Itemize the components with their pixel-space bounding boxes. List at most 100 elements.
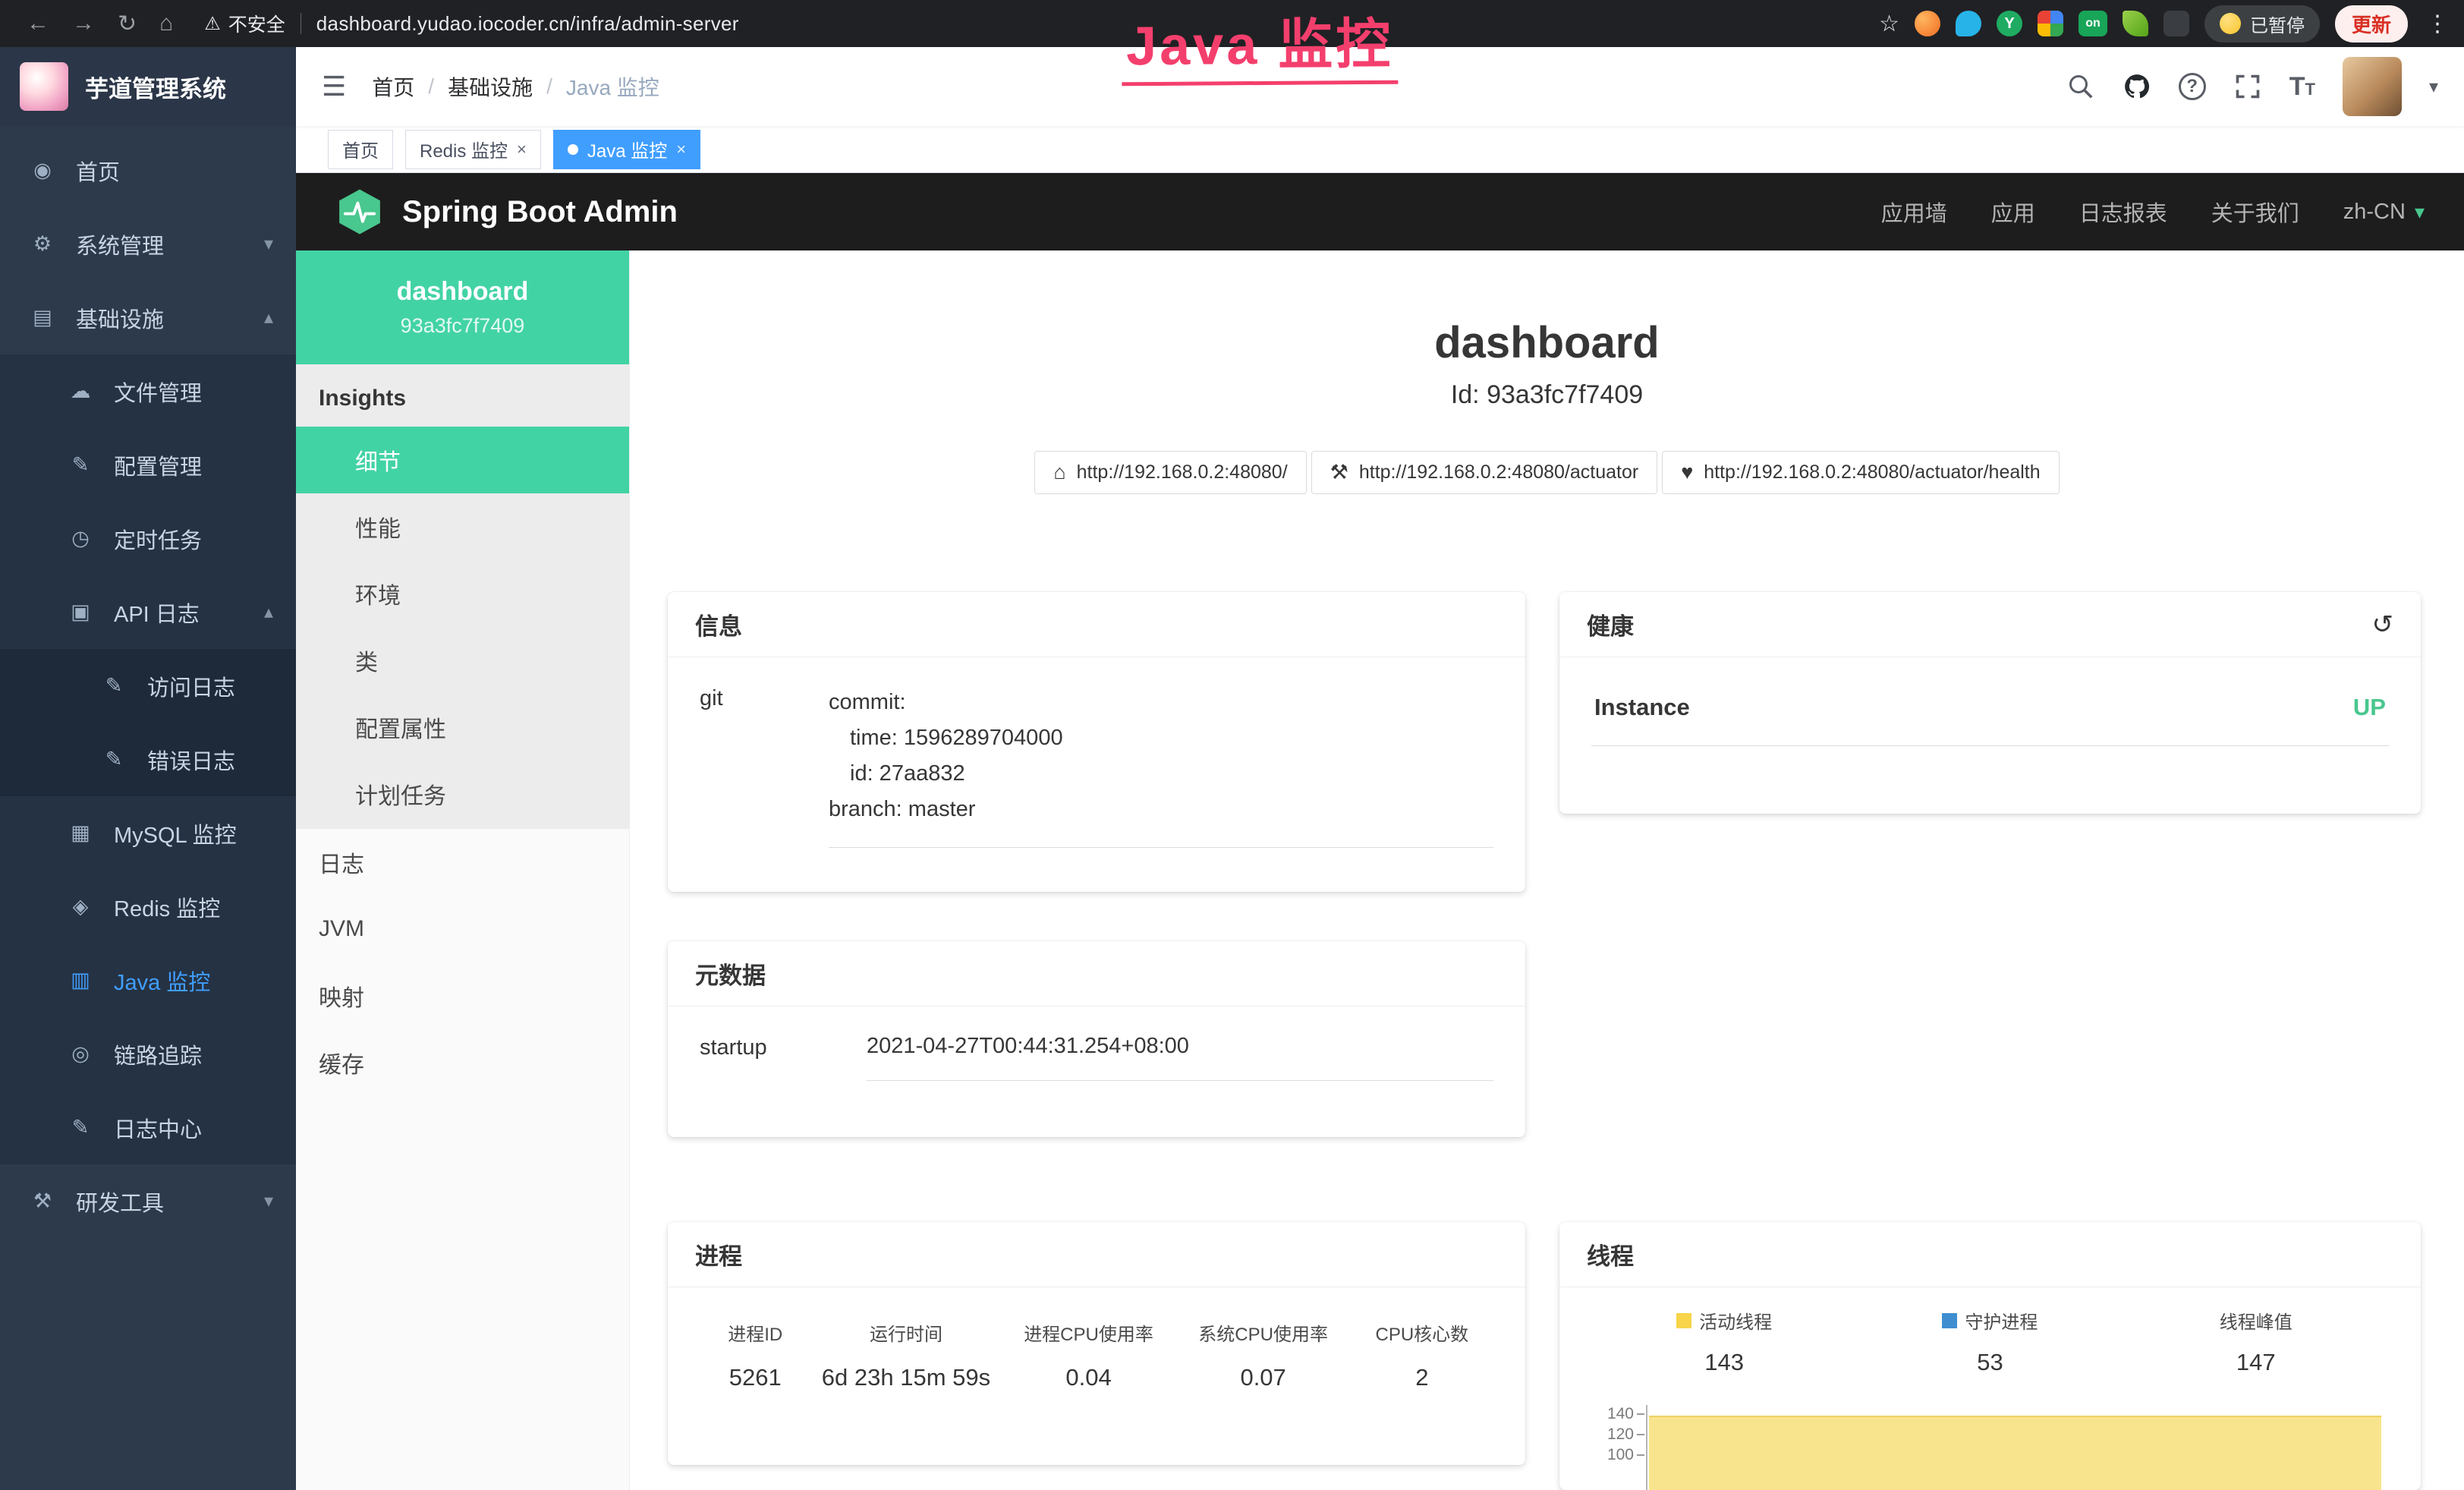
font-size-icon[interactable]: TT — [2289, 72, 2315, 102]
security-label: 不安全 — [228, 10, 285, 37]
sidebar-item-access-logs[interactable]: ✎ 访问日志 — [0, 649, 296, 723]
sidebar-item-config-management[interactable]: ✎ 配置管理 — [0, 428, 296, 502]
tab-redis-monitor[interactable]: Redis 监控 × — [405, 130, 541, 169]
sba-brand[interactable]: Spring Boot Admin — [335, 187, 678, 236]
sba-language-label: zh-CN — [2343, 200, 2406, 225]
extension-leaf-icon[interactable] — [2123, 11, 2148, 36]
service-url-label: http://192.168.0.2:48080/ — [1077, 461, 1288, 484]
back-icon[interactable]: ← — [27, 11, 49, 36]
sba-item-performance[interactable]: 性能 — [296, 493, 629, 560]
threads-card: 线程 活动线程 143 守护进程 — [1559, 1222, 2421, 1490]
sidebar-item-log-center[interactable]: ✎ 日志中心 — [0, 1091, 296, 1164]
fullscreen-icon[interactable] — [2233, 72, 2262, 101]
extension-grid-icon[interactable] — [2038, 11, 2063, 36]
sba-item-caches[interactable]: 缓存 — [296, 1029, 629, 1096]
info-line-time: time: 1596289704000 — [850, 720, 1493, 756]
address-bar[interactable]: ⚠ 不安全 dashboard.yudao.iocoder.cn/infra/a… — [204, 10, 738, 37]
sba-item-jvm[interactable]: JVM — [296, 896, 629, 962]
sidebar-item-scheduled-tasks[interactable]: ◷ 定时任务 — [0, 502, 296, 575]
info-card-title: 信息 — [695, 607, 742, 641]
sidebar-item-label: API 日志 — [114, 597, 200, 628]
page-title: dashboard — [630, 317, 2464, 368]
sba-sidebar: dashboard 93a3fc7f7409 Insights 细节 性能 环境… — [296, 250, 630, 1490]
app-logo[interactable]: 芋道管理系统 — [0, 47, 296, 126]
browser-home-icon[interactable]: ⌂ — [159, 11, 173, 36]
history-icon[interactable]: ↺ — [2372, 610, 2394, 640]
sba-nav-about[interactable]: 关于我们 — [2211, 196, 2299, 228]
edit-icon: ✎ — [67, 453, 94, 477]
reload-icon[interactable]: ↻ — [118, 11, 137, 37]
extension-drop-icon[interactable] — [1956, 11, 1981, 36]
sidebar-item-error-logs[interactable]: ✎ 错误日志 — [0, 723, 296, 796]
breadcrumb-infrastructure[interactable]: 基础设施 — [448, 71, 533, 102]
sidebar-item-tracing[interactable]: ◎ 链路追踪 — [0, 1017, 296, 1091]
sba-language-select[interactable]: zh-CN ▾ — [2343, 200, 2425, 225]
log-icon: ✎ — [100, 748, 127, 771]
sba-item-classes[interactable]: 类 — [296, 627, 629, 694]
chevron-up-icon: ▴ — [264, 601, 273, 623]
health-url-link[interactable]: ♥ http://192.168.0.2:48080/actuator/heal… — [1662, 451, 2059, 494]
sba-item-environment[interactable]: 环境 — [296, 560, 629, 627]
bookmark-star-icon[interactable]: ☆ — [1879, 11, 1899, 37]
sba-nav-applications[interactable]: 应用 — [1991, 196, 2035, 228]
sidebar-menu: ◉ 首页 ⚙ 系统管理 ▾ ▤ 基础设施 ▴ ☁ 文件管理 ✎ 配置管理 — [0, 126, 296, 1238]
sidebar-item-java-monitor[interactable]: ▥ Java 监控 — [0, 943, 296, 1017]
sidebar-item-infrastructure[interactable]: ▤ 基础设施 ▴ — [0, 281, 296, 354]
tab-label: 首页 — [342, 136, 379, 162]
sidebar-item-label: Java 监控 — [114, 965, 210, 997]
url-text[interactable]: dashboard.yudao.iocoder.cn/infra/admin-s… — [316, 12, 739, 36]
sidebar-item-home[interactable]: ◉ 首页 — [0, 134, 296, 207]
forward-icon[interactable]: → — [72, 11, 95, 36]
java-monitor-icon: ▥ — [67, 969, 94, 992]
paused-chip[interactable]: 已暂停 — [2204, 5, 2320, 43]
primary-sidebar: 芋道管理系统 ◉ 首页 ⚙ 系统管理 ▾ ▤ 基础设施 ▴ ☁ 文件管理 ✎ — [0, 47, 296, 1490]
sidebar-item-system[interactable]: ⚙ 系统管理 ▾ — [0, 207, 296, 281]
sidebar-item-file-management[interactable]: ☁ 文件管理 — [0, 354, 296, 428]
process-uptime-label: 运行时间 — [810, 1319, 1001, 1346]
sba-item-scheduled-tasks[interactable]: 计划任务 — [296, 761, 629, 827]
extension-puzzle-icon[interactable] — [2163, 11, 2189, 36]
actuator-url-link[interactable]: ⚒ http://192.168.0.2:48080/actuator — [1311, 451, 1658, 494]
sidebar-item-api-logs[interactable]: ▣ API 日志 ▴ — [0, 575, 296, 649]
info-card: 信息 git commit: time: 1596289704000 id: 2… — [668, 592, 1525, 892]
help-icon[interactable]: ? — [2179, 73, 2206, 100]
extension-fox-icon[interactable] — [1915, 11, 1940, 36]
extension-y-icon[interactable]: Y — [1997, 11, 2022, 36]
close-icon[interactable]: × — [517, 140, 527, 159]
service-url-link[interactable]: ⌂ http://192.168.0.2:48080/ — [1034, 451, 1306, 494]
browser-menu-icon[interactable]: ⋮ — [2426, 11, 2449, 37]
avatar-caret-icon[interactable]: ▾ — [2429, 76, 2438, 98]
sba-group-label: Insights — [296, 364, 629, 427]
yaxis-tick: 140 — [1591, 1405, 1646, 1425]
tags-bar: 首页 Redis 监控 × Java 监控 × — [296, 126, 2464, 173]
sba-nav-journal[interactable]: 日志报表 — [2079, 196, 2167, 228]
sidebar-item-redis-monitor[interactable]: ◈ Redis 监控 — [0, 870, 296, 943]
chevron-down-icon: ▾ — [2415, 200, 2425, 224]
sba-item-logs[interactable]: 日志 — [296, 829, 629, 896]
sba-nav-wallboard[interactable]: 应用墙 — [1881, 196, 1947, 228]
sba-app-id: 93a3fc7f7409 — [401, 314, 525, 338]
sba-item-config-props[interactable]: 配置属性 — [296, 694, 629, 761]
sba-app-header[interactable]: dashboard 93a3fc7f7409 — [296, 250, 629, 364]
breadcrumb-home[interactable]: 首页 — [372, 71, 414, 102]
extension-on-badge-icon[interactable]: on — [2079, 11, 2107, 36]
wrench-icon: ⚒ — [1330, 461, 1348, 484]
process-card-title: 进程 — [695, 1237, 742, 1271]
sba-item-mappings[interactable]: 映射 — [296, 962, 629, 1029]
health-status-badge: UP — [2353, 694, 2386, 721]
gear-icon: ⚙ — [29, 232, 56, 256]
close-icon[interactable]: × — [676, 140, 686, 159]
tab-home[interactable]: 首页 — [328, 130, 393, 169]
health-card-title: 健康 — [1587, 607, 1634, 641]
sidebar-item-mysql-monitor[interactable]: ▦ MySQL 监控 — [0, 796, 296, 870]
system-cpu-value: 0.07 — [1176, 1364, 1351, 1391]
sidebar-item-dev-tools[interactable]: ⚒ 研发工具 ▾ — [0, 1164, 296, 1238]
page-subtitle: Id: 93a3fc7f7409 — [630, 380, 2464, 410]
update-button[interactable]: 更新 — [2335, 5, 2408, 43]
sba-item-details[interactable]: 细节 — [296, 427, 629, 493]
github-icon[interactable] — [2123, 72, 2151, 101]
search-icon[interactable] — [2066, 72, 2095, 101]
user-avatar[interactable] — [2343, 57, 2402, 116]
tab-java-monitor[interactable]: Java 监控 × — [553, 130, 700, 169]
hamburger-icon[interactable]: ☰ — [322, 71, 346, 102]
